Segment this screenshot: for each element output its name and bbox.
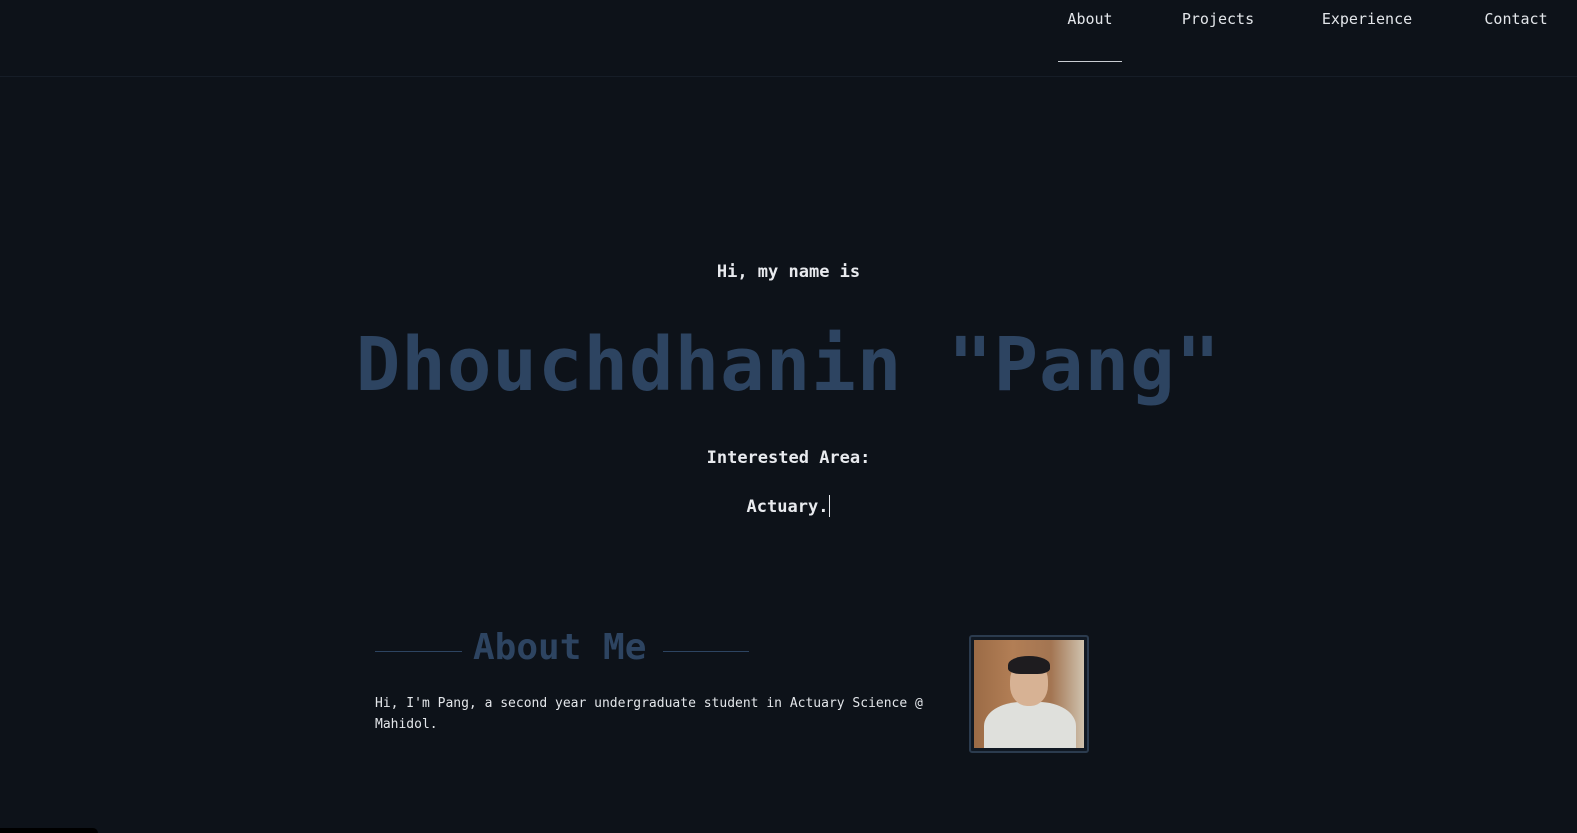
heading-divider-right xyxy=(663,651,749,652)
hero-greeting: Hi, my name is xyxy=(716,262,861,282)
photo-person-body xyxy=(984,702,1076,748)
profile-photo xyxy=(974,640,1084,748)
top-navbar: About Projects Experience Contact xyxy=(0,0,1577,77)
nav-item-label: Projects xyxy=(1181,10,1255,28)
about-title: About Me xyxy=(473,627,647,668)
typing-cursor xyxy=(829,495,831,517)
interest-value-row: Actuary. xyxy=(0,495,1577,517)
nav-item-label: Contact xyxy=(1484,10,1548,28)
hero-name: Dhouchdhanin "Pang" xyxy=(355,322,1222,408)
interest-value: Actuary. xyxy=(746,497,829,517)
nav-item-about[interactable]: About xyxy=(1058,10,1122,62)
photo-person-hair xyxy=(1008,656,1050,674)
about-description: Hi, I'm Pang, a second year undergraduat… xyxy=(375,696,923,732)
nav-item-label: Experience xyxy=(1321,10,1413,28)
heading-divider-left xyxy=(375,651,462,652)
nav-item-contact[interactable]: Contact xyxy=(1476,10,1556,62)
about-heading: About Me xyxy=(375,628,749,668)
profile-photo-frame xyxy=(969,635,1089,753)
nav-item-label: About xyxy=(1067,10,1113,28)
interest-label: Interested Area: xyxy=(706,448,871,468)
nav-item-projects[interactable]: Projects xyxy=(1176,10,1260,62)
nav-item-experience[interactable]: Experience xyxy=(1316,10,1418,62)
bottom-corner-bar xyxy=(0,828,98,833)
